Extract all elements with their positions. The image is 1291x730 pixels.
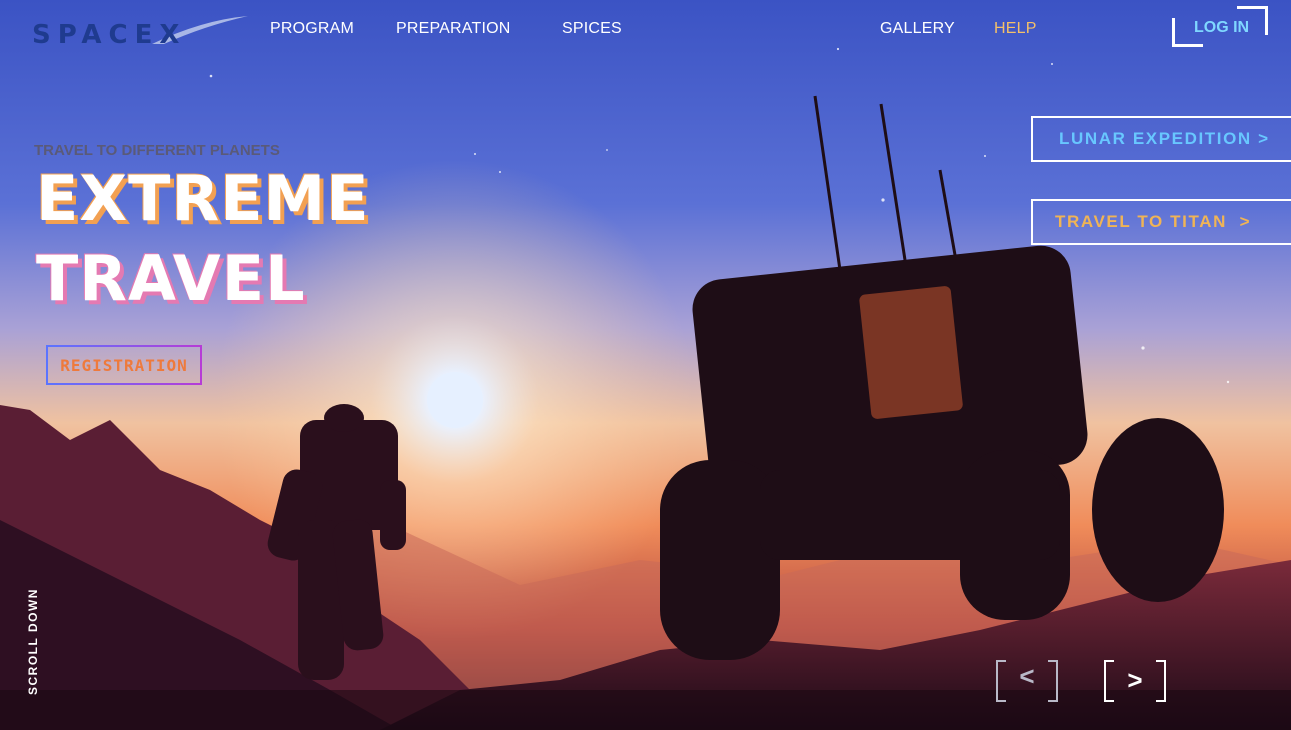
scroll-down-link[interactable]: SCROLL DOWN	[26, 588, 40, 695]
hero-kicker: TRAVEL TO DIFFERENT PLANETS	[34, 142, 280, 159]
travel-to-titan-label: TRAVEL TO TITAN >	[1055, 212, 1252, 231]
spacex-logo[interactable]: SPACEX	[32, 14, 252, 48]
login-label: LOG IN	[1194, 19, 1250, 36]
hero-title-line2: TRAVEL	[36, 242, 306, 315]
lunar-expedition-button[interactable]: LUNAR EXPEDITION >	[1031, 116, 1291, 162]
registration-label: REGISTRATION	[60, 355, 188, 375]
travel-to-titan-button[interactable]: TRAVEL TO TITAN >	[1031, 199, 1291, 245]
nav-program[interactable]: PROGRAM	[270, 20, 354, 38]
nav-spices[interactable]: SPICES	[562, 20, 622, 38]
slider-prev-button[interactable]: <	[996, 660, 1058, 702]
chevron-left-icon: <	[1019, 661, 1035, 691]
logo-wordmark: SPACEX	[32, 20, 186, 48]
scroll-down-label: SCROLL DOWN	[26, 588, 40, 695]
chevron-right-icon: >	[1127, 665, 1143, 695]
registration-button[interactable]: REGISTRATION	[46, 345, 202, 385]
slider-next-button[interactable]: >	[1104, 660, 1166, 702]
lunar-expedition-label: LUNAR EXPEDITION >	[1059, 129, 1270, 148]
hero-title-line1: EXTREME	[36, 162, 370, 235]
nav-gallery[interactable]: GALLERY	[880, 20, 955, 38]
nav-help[interactable]: HELP	[994, 20, 1037, 38]
login-button[interactable]: LOG IN	[1172, 6, 1268, 47]
nav-preparation[interactable]: PREPARATION	[396, 20, 511, 38]
